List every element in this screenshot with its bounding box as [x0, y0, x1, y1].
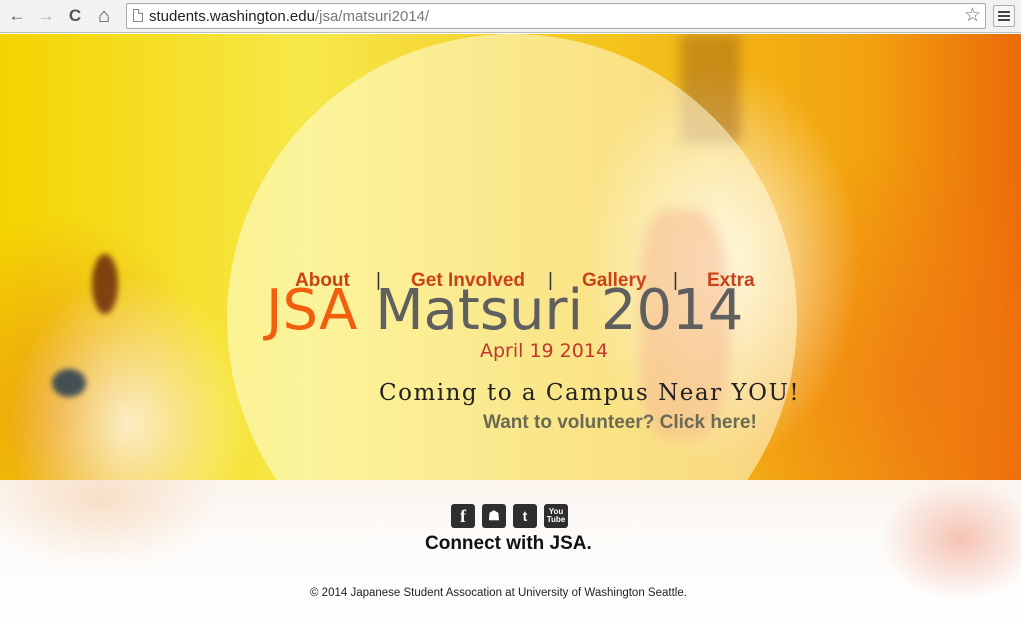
reload-icon[interactable]: C — [65, 6, 85, 26]
tagline: Coming to a Campus Near YOU! — [379, 380, 801, 406]
event-date: April 19 2014 — [480, 340, 609, 362]
facebook-icon[interactable]: f — [451, 504, 475, 528]
title-jsa: JSA — [266, 278, 358, 343]
back-icon[interactable]: ← — [7, 6, 27, 26]
connect-heading: Connect with JSA. — [425, 533, 592, 554]
background-decoration — [52, 369, 86, 397]
browser-toolbar: ← → C ⌂ students.washington.edu/jsa/mats… — [0, 0, 1021, 33]
url-path: /jsa/matsuri2014/ — [314, 8, 430, 25]
copyright-text: © 2014 Japanese Student Assocation at Un… — [310, 587, 687, 599]
volunteer-link[interactable]: Want to volunteer? Click here! — [483, 412, 757, 434]
page-icon — [133, 9, 143, 22]
youtube-icon[interactable]: You Tube — [544, 504, 568, 528]
twitter-icon[interactable]: t — [513, 504, 537, 528]
page-title: JSA Matsuri 2014 — [266, 278, 743, 343]
title-matsuri: Matsuri 2014 — [357, 278, 744, 343]
myspace-icon[interactable]: ☗ — [482, 504, 506, 528]
social-links: f ☗ t You Tube — [451, 504, 568, 528]
home-icon[interactable]: ⌂ — [94, 6, 114, 26]
background-decoration — [92, 254, 118, 314]
bookmark-star-icon[interactable]: ☆ — [964, 5, 981, 27]
forward-icon[interactable]: → — [36, 6, 56, 26]
youtube-icon-bottom: Tube — [546, 515, 566, 524]
hero-banner: About | Get Involved | Gallery | Extra J… — [0, 34, 1021, 480]
url-text[interactable]: students.washington.edu/jsa/matsuri2014/ — [149, 8, 429, 25]
browser-menu-icon[interactable] — [993, 5, 1015, 27]
footer: f ☗ t You Tube Connect with JSA. © 2014 J… — [0, 480, 1021, 627]
url-host: students.washington.edu — [149, 8, 315, 25]
address-bar[interactable]: students.washington.edu/jsa/matsuri2014/… — [126, 3, 986, 29]
